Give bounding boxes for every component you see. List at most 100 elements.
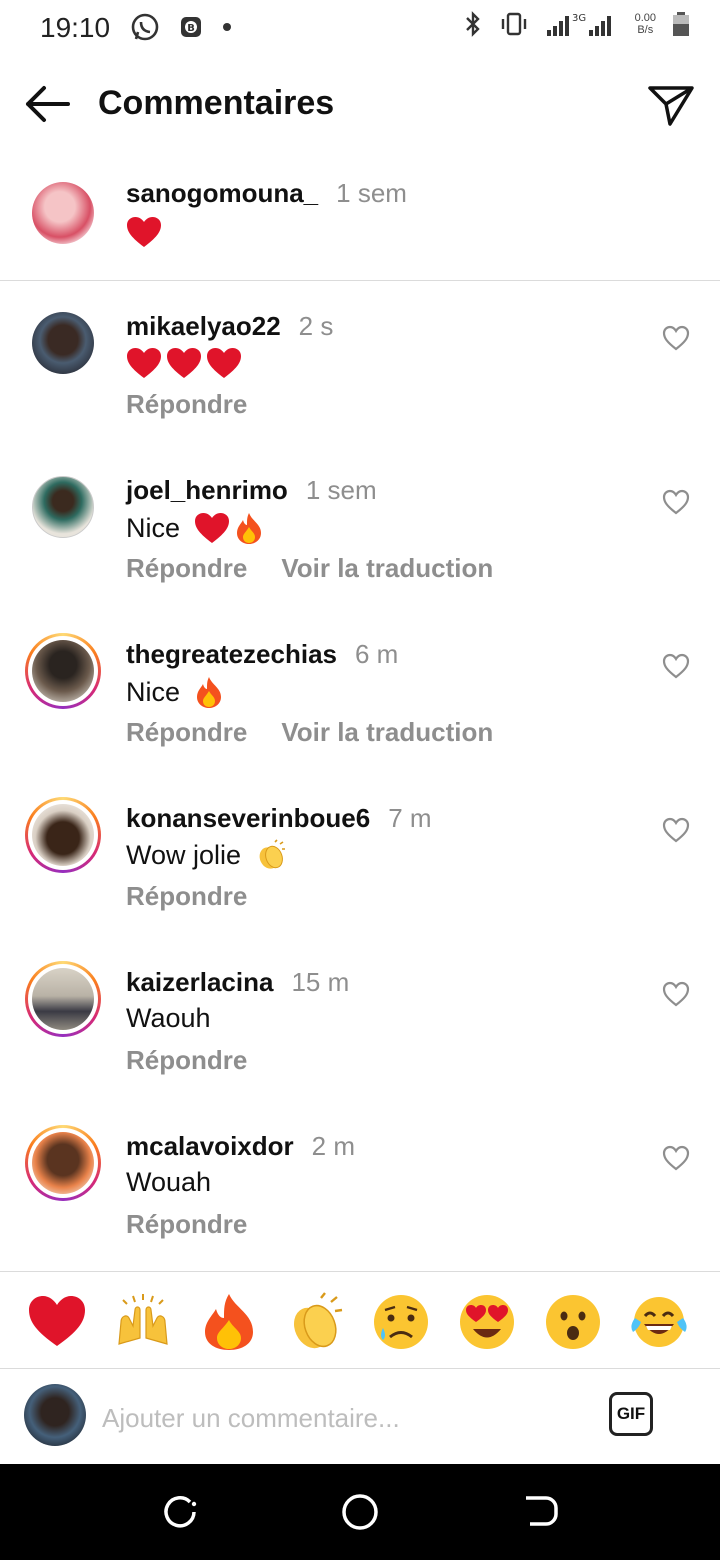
- comment-text-value: Nice: [126, 512, 181, 543]
- raising-hands-emoji-button[interactable]: [113, 1292, 173, 1352]
- share-button[interactable]: [646, 80, 696, 130]
- tears-of-joy-emoji-button[interactable]: [629, 1292, 689, 1352]
- heart-eyes-face-icon: [460, 1295, 514, 1349]
- comment-item: mikaelyao22 2 s Répondre: [0, 307, 720, 471]
- avatar: [32, 640, 94, 702]
- comment-header: thegreatezechias 6 m: [126, 639, 398, 670]
- caption-time: 1 sem: [336, 178, 407, 208]
- like-button[interactable]: [662, 653, 690, 679]
- home-circle-icon: [342, 1494, 378, 1530]
- svg-text:3G: 3G: [572, 13, 586, 24]
- network-speed: 0.00 B/s: [634, 12, 656, 36]
- comment-username[interactable]: mcalavoixdor: [126, 1131, 294, 1161]
- comment-actions: Répondre: [126, 1209, 247, 1240]
- reply-button[interactable]: Répondre: [126, 389, 247, 420]
- like-button[interactable]: [662, 325, 690, 351]
- comment-header: mikaelyao22 2 s: [126, 311, 333, 342]
- comment-actions: Répondre: [126, 389, 247, 420]
- battery-icon: [673, 12, 689, 36]
- comment-text-value: Nice: [126, 676, 181, 707]
- avatar[interactable]: [32, 476, 94, 538]
- comment-actions: Répondre Voir la traduction: [126, 553, 493, 584]
- emoji-quick-bar: [0, 1271, 720, 1369]
- caption-username[interactable]: sanogomouna_: [126, 178, 318, 208]
- comment-item: joel_henrimo 1 sem Nice Répondre Voir la …: [0, 471, 720, 635]
- see-translation-button[interactable]: Voir la traduction: [281, 553, 493, 584]
- story-ring[interactable]: [25, 1125, 101, 1201]
- comment-text: Wow jolie: [126, 839, 287, 871]
- whatsapp-icon: [131, 13, 159, 41]
- reply-button[interactable]: Répondre: [126, 1209, 247, 1240]
- signal-icon: 3G: [546, 13, 611, 36]
- comment-username[interactable]: thegreatezechias: [126, 639, 337, 669]
- comment-username[interactable]: konanseverinboue6: [126, 803, 370, 833]
- comment-time: 2 s: [298, 311, 334, 341]
- comment-text: Wouah: [126, 1167, 211, 1198]
- back-button[interactable]: [22, 82, 74, 126]
- comment-text-value: Wouah: [126, 1167, 212, 1197]
- surprised-face-emoji-button[interactable]: [543, 1292, 603, 1352]
- sad-face-icon: [374, 1295, 428, 1349]
- comment-text: Nice: [126, 511, 264, 545]
- reply-button[interactable]: Répondre: [126, 881, 247, 912]
- clapping-hands-emoji-button[interactable]: [285, 1292, 345, 1352]
- comment-time: 1 sem: [305, 475, 377, 505]
- avatar[interactable]: [32, 182, 94, 244]
- home-button[interactable]: [340, 1492, 380, 1532]
- comment-username[interactable]: mikaelyao22: [126, 311, 281, 341]
- paper-plane-icon: [648, 86, 694, 126]
- tears-of-joy-face-icon: [631, 1297, 687, 1347]
- post-caption: sanogomouna_ 1 sem: [0, 168, 720, 281]
- comment-actions: Répondre: [126, 881, 247, 912]
- like-button[interactable]: [662, 489, 690, 515]
- reply-button[interactable]: Répondre: [126, 1045, 247, 1076]
- comment-header: mcalavoixdor 2 m: [126, 1131, 355, 1162]
- comment-composer: GIF: [0, 1368, 720, 1464]
- heart-outline-icon: [662, 817, 690, 843]
- comment-time: 2 m: [311, 1131, 355, 1161]
- status-time: 19:10: [40, 12, 111, 43]
- like-button[interactable]: [662, 981, 690, 1007]
- heart-icon: [29, 1296, 85, 1346]
- reply-button[interactable]: Répondre: [126, 553, 247, 584]
- comment-username[interactable]: joel_henrimo: [126, 475, 288, 505]
- heart-eyes-emoji-button[interactable]: [457, 1292, 517, 1352]
- app-notification-icon: B: [181, 17, 201, 37]
- avatar[interactable]: [32, 312, 94, 374]
- comment-input[interactable]: [100, 1394, 584, 1442]
- dot-icon: [223, 23, 231, 31]
- story-ring[interactable]: [25, 961, 101, 1037]
- fire-icon: [205, 1294, 253, 1350]
- see-translation-button[interactable]: Voir la traduction: [281, 717, 493, 748]
- comment-text-value: Wow jolie: [126, 839, 242, 870]
- like-button[interactable]: [662, 817, 690, 843]
- reply-button[interactable]: Répondre: [126, 717, 247, 748]
- clapping-hands-icon: [259, 839, 286, 869]
- avatar: [32, 804, 94, 866]
- gif-button[interactable]: GIF: [609, 1392, 653, 1436]
- recent-apps-button[interactable]: [160, 1492, 200, 1532]
- heart-outline-icon: [662, 1145, 690, 1171]
- comment-header: kaizerlacina 15 m: [126, 967, 349, 998]
- red-heart-icon: [207, 348, 241, 378]
- back-nav-button[interactable]: [520, 1492, 560, 1532]
- arrow-left-icon: [26, 86, 70, 122]
- page-title: Commentaires: [98, 84, 335, 122]
- heart-outline-icon: [662, 325, 690, 351]
- fire-icon: [237, 513, 262, 544]
- sad-face-emoji-button[interactable]: [371, 1292, 431, 1352]
- comment-text: Waouh: [126, 1003, 211, 1034]
- red-heart-icon: [127, 348, 161, 378]
- status-bar: 19:10 B 3G 0.00 B/s: [0, 0, 720, 58]
- recents-icon: [164, 1496, 197, 1528]
- header: Commentaires: [0, 70, 720, 140]
- story-ring[interactable]: [25, 633, 101, 709]
- heart-emoji-button[interactable]: [27, 1292, 87, 1352]
- bluetooth-icon: [465, 11, 480, 37]
- surprised-face-icon: [546, 1295, 600, 1349]
- story-ring[interactable]: [25, 797, 101, 873]
- comment-username[interactable]: kaizerlacina: [126, 967, 273, 997]
- like-button[interactable]: [662, 1145, 690, 1171]
- fire-emoji-button[interactable]: [199, 1292, 259, 1352]
- navigation-bar: [0, 1464, 720, 1560]
